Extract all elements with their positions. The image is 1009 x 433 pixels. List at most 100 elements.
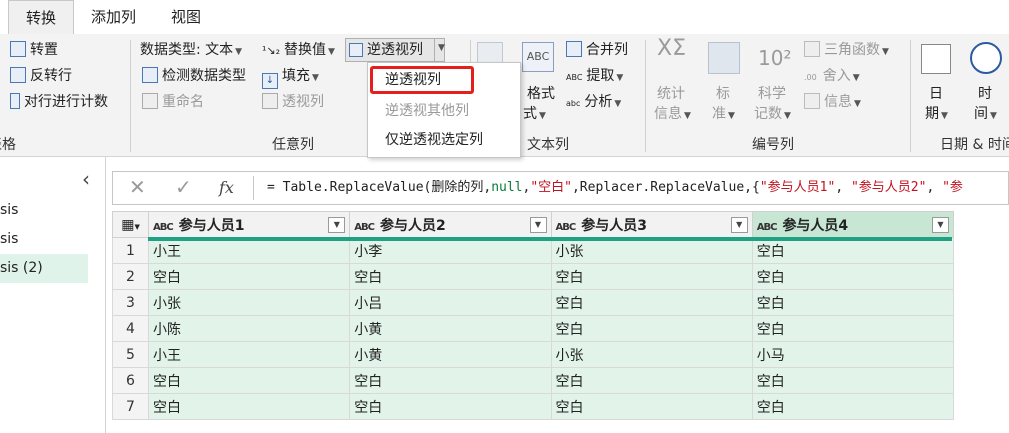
table-cell[interactable]: 空白 bbox=[550, 315, 753, 342]
cancel-icon[interactable]: ✕ bbox=[129, 177, 146, 197]
query-item[interactable]: sis bbox=[0, 196, 88, 225]
rounding-button[interactable]: .00 舍入 ▼ bbox=[804, 66, 860, 88]
parse-button[interactable]: abc 分析 ▼ bbox=[566, 92, 621, 114]
table-row[interactable]: 5 小王 小黄 小张 小马 bbox=[111, 341, 955, 368]
table-row[interactable]: 1 小王 小李 小张 空白 bbox=[111, 237, 955, 264]
date-caret[interactable]: 期 ▼ bbox=[925, 104, 948, 126]
formula-token: "空白" bbox=[530, 180, 572, 195]
menu-item-unpivot-other-columns[interactable]: 逆透视其他列 bbox=[385, 101, 469, 121]
extract-icon: ABC bbox=[566, 73, 583, 82]
table-cell[interactable]: 小张 bbox=[550, 341, 753, 368]
menu-item-unpivot-selected-columns[interactable]: 仅逆透视选定列 bbox=[385, 130, 483, 150]
filter-dropdown-icon[interactable]: ▼ bbox=[529, 217, 547, 233]
table-cell[interactable]: 小李 bbox=[349, 237, 552, 264]
scientific-button[interactable]: 科学 bbox=[758, 84, 786, 104]
table-cell[interactable]: 小张 bbox=[148, 289, 351, 316]
detect-type-icon bbox=[142, 67, 158, 83]
menu-item-unpivot-columns[interactable]: 逆透视列 bbox=[385, 70, 441, 90]
replace-values-button[interactable]: ¹↘₂ 替换值 ▼ bbox=[262, 40, 335, 62]
table-cell[interactable]: 小张 bbox=[550, 237, 753, 264]
formula-token: null bbox=[491, 180, 523, 195]
table-cell[interactable]: 小黄 bbox=[349, 341, 552, 368]
table-cell[interactable]: 空白 bbox=[550, 367, 753, 394]
fill-button[interactable]: ↓ 填充 ▼ bbox=[262, 66, 319, 89]
data-type-dropdown[interactable]: 数据类型: 文本 ▼ bbox=[140, 40, 242, 62]
table-cell[interactable]: 空白 bbox=[349, 263, 552, 290]
chevron-down-icon[interactable]: ▼ bbox=[438, 43, 445, 53]
table-cell[interactable]: 空白 bbox=[550, 393, 753, 420]
table-cell[interactable]: 空白 bbox=[550, 289, 753, 316]
table-menu-icon[interactable]: ▦▼ bbox=[111, 211, 150, 238]
table-row[interactable]: 6 空白 空白 空白 空白 bbox=[111, 367, 955, 394]
transpose-button[interactable]: 转置 bbox=[10, 40, 58, 60]
info-button[interactable]: 信息 ▼ bbox=[804, 92, 861, 114]
statistics-caret[interactable]: 信息 ▼ bbox=[654, 104, 691, 126]
formula-token: , bbox=[926, 180, 943, 195]
count-rows-button[interactable]: 对行进行计数 bbox=[10, 92, 108, 112]
table-cell[interactable]: 空白 bbox=[148, 393, 351, 420]
standard-caret[interactable]: 准 ▼ bbox=[712, 104, 735, 126]
trigonometry-button[interactable]: 三角函数 ▼ bbox=[804, 40, 889, 62]
confirm-icon[interactable]: ✓ bbox=[175, 177, 192, 197]
table-cell[interactable]: 小吕 bbox=[349, 289, 552, 316]
formula-token: = Table.ReplaceValue(删除的列, bbox=[267, 180, 492, 195]
time-button[interactable]: 时 bbox=[978, 84, 992, 104]
collapse-panel-icon[interactable]: ‹ bbox=[82, 169, 90, 189]
time-caret[interactable]: 间 ▼ bbox=[974, 104, 997, 126]
text-type-icon: ABC bbox=[153, 221, 174, 233]
format-icon[interactable]: ABC bbox=[522, 42, 554, 72]
table-cell[interactable]: 小马 bbox=[751, 341, 955, 368]
table-row[interactable]: 7 空白 空白 空白 空白 bbox=[111, 393, 955, 420]
group-label-text-column: 文本列 bbox=[527, 137, 569, 153]
table-cell[interactable]: 空白 bbox=[751, 367, 955, 394]
table-cell[interactable]: 小王 bbox=[148, 341, 351, 368]
table-cell[interactable]: 空白 bbox=[751, 289, 955, 316]
formula-text[interactable]: = Table.ReplaceValue(删除的列,null, "空白",Repl… bbox=[267, 172, 963, 204]
filter-dropdown-icon[interactable]: ▼ bbox=[932, 217, 949, 233]
date-button[interactable]: 日 bbox=[929, 84, 943, 104]
table-cell[interactable]: 小陈 bbox=[148, 315, 351, 342]
table-cell[interactable]: 空白 bbox=[751, 393, 955, 420]
filter-dropdown-icon[interactable]: ▼ bbox=[328, 217, 346, 233]
tab-view[interactable]: 视图 bbox=[171, 0, 211, 34]
format-caret[interactable]: 式 ▼ bbox=[523, 104, 546, 126]
table-row[interactable]: 4 小陈 小黄 空白 空白 bbox=[111, 315, 955, 342]
table-row[interactable]: 3 小张 小吕 空白 空白 bbox=[111, 289, 955, 316]
row-number: 6 bbox=[111, 367, 150, 394]
query-item-selected[interactable]: sis (2) bbox=[0, 254, 88, 283]
formula-token: "参与人员1" bbox=[759, 180, 836, 195]
table-cell[interactable]: 空白 bbox=[751, 315, 955, 342]
table-cell[interactable]: 空白 bbox=[148, 367, 351, 394]
rename-button[interactable]: 重命名 bbox=[142, 92, 204, 112]
pivot-column-button[interactable]: 透视列 bbox=[262, 92, 324, 112]
column-header[interactable]: ABC 参与人员3 ▼ bbox=[550, 211, 753, 238]
filter-dropdown-icon[interactable]: ▼ bbox=[730, 217, 748, 233]
tab-add-column[interactable]: 添加列 bbox=[91, 0, 151, 34]
fx-icon[interactable]: fx bbox=[219, 178, 234, 197]
table-row[interactable]: 2 空白 空白 空白 空白 bbox=[111, 263, 955, 290]
column-header[interactable]: ABC 参与人员1 ▼ bbox=[148, 211, 351, 238]
standard-button[interactable]: 标 bbox=[716, 84, 730, 104]
tab-transform[interactable]: 转换 bbox=[8, 0, 74, 36]
unpivot-button[interactable]: 逆透视列 ▼ bbox=[345, 38, 445, 62]
table-cell[interactable]: 空白 bbox=[349, 393, 552, 420]
detect-type-button[interactable]: 检测数据类型 bbox=[142, 66, 246, 86]
scientific-caret[interactable]: 记数 ▼ bbox=[754, 104, 791, 126]
table-cell[interactable]: 空白 bbox=[148, 263, 351, 290]
merge-columns-button[interactable]: 合并列 bbox=[566, 40, 628, 60]
format-button[interactable]: 格式 bbox=[527, 84, 555, 104]
table-cell[interactable]: 小王 bbox=[148, 237, 351, 264]
trigonometry-icon bbox=[804, 41, 820, 57]
count-rows-icon bbox=[10, 93, 20, 109]
table-cell[interactable]: 空白 bbox=[349, 367, 552, 394]
table-cell[interactable]: 空白 bbox=[751, 263, 955, 290]
extract-button[interactable]: ABC 提取 ▼ bbox=[566, 66, 623, 88]
statistics-button[interactable]: 统计 bbox=[657, 84, 685, 104]
table-cell[interactable]: 小黄 bbox=[349, 315, 552, 342]
table-cell[interactable]: 空白 bbox=[751, 237, 955, 264]
column-header-selected[interactable]: ABC 参与人员4 ▼ bbox=[751, 211, 955, 238]
table-cell[interactable]: 空白 bbox=[550, 263, 753, 290]
reverse-rows-button[interactable]: 反转行 bbox=[10, 66, 72, 86]
column-header[interactable]: ABC 参与人员2 ▼ bbox=[349, 211, 552, 238]
query-item[interactable]: sis bbox=[0, 225, 88, 254]
